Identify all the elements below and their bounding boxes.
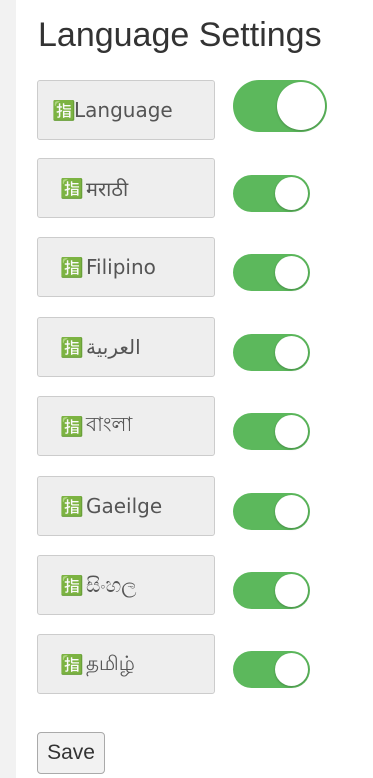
language-label-box: 🈯 मराठी — [37, 158, 215, 218]
language-toggle[interactable] — [233, 334, 310, 371]
translate-icon: 🈯 — [60, 495, 84, 518]
toggle-knob — [275, 415, 308, 448]
translate-icon: 🈯 — [60, 177, 84, 200]
translate-icon: 🈯 — [60, 415, 84, 438]
translate-icon: 🈯 — [60, 336, 84, 359]
language-row: 🈯 Gaeilge — [37, 476, 337, 540]
language-label: සිංහල — [86, 573, 137, 597]
language-toggle[interactable] — [233, 413, 310, 450]
toggle-knob — [275, 653, 308, 686]
language-toggle[interactable] — [233, 572, 310, 609]
language-row: 🈯 සිංහල — [37, 555, 337, 619]
toggle-knob — [275, 574, 308, 607]
language-row: 🈯 मराठी — [37, 158, 337, 222]
toggle-knob — [275, 256, 308, 289]
language-label: मराठी — [86, 176, 129, 201]
language-label-box: 🈯 සිංහල — [37, 555, 215, 615]
language-label: Language — [74, 98, 173, 122]
language-label: Gaeilge — [86, 494, 163, 518]
language-toggle[interactable] — [233, 175, 310, 212]
language-label: বাংলা — [86, 411, 133, 436]
translate-icon: 🈯 — [60, 574, 84, 597]
translate-icon: 🈯 — [60, 653, 84, 676]
language-toggle[interactable] — [233, 493, 310, 530]
language-label-box: 🈯 বাংলা — [37, 396, 215, 456]
language-label-box: 🈯 Language — [37, 80, 215, 140]
toggle-knob — [277, 82, 325, 130]
toggle-knob — [275, 495, 308, 528]
language-label-box: 🈯 தமிழ் — [37, 634, 215, 694]
page-title: Language Settings — [38, 16, 322, 54]
language-label: தமிழ் — [86, 650, 135, 675]
language-toggle[interactable] — [233, 254, 310, 291]
language-label-box: 🈯 Filipino — [37, 237, 215, 297]
language-label-box: 🈯 العربية — [37, 317, 215, 377]
language-label: Filipino — [86, 255, 156, 279]
language-label: العربية — [86, 335, 141, 359]
language-row: 🈯 العربية — [37, 317, 337, 381]
toggle-knob — [275, 336, 308, 369]
left-sidebar-edge — [0, 0, 16, 778]
toggle-knob — [275, 177, 308, 210]
language-row: 🈯 Filipino — [37, 237, 337, 301]
language-row: 🈯 বাংলা — [37, 396, 337, 460]
language-label-box: 🈯 Gaeilge — [37, 476, 215, 536]
translate-icon: 🈯 — [60, 256, 84, 279]
language-toggle[interactable] — [233, 80, 327, 132]
language-row: 🈯 தமிழ் — [37, 634, 337, 698]
save-button[interactable]: Save — [37, 732, 105, 774]
language-row: 🈯 Language — [37, 80, 337, 144]
translate-icon: 🈯 — [52, 99, 76, 122]
language-toggle[interactable] — [233, 651, 310, 688]
